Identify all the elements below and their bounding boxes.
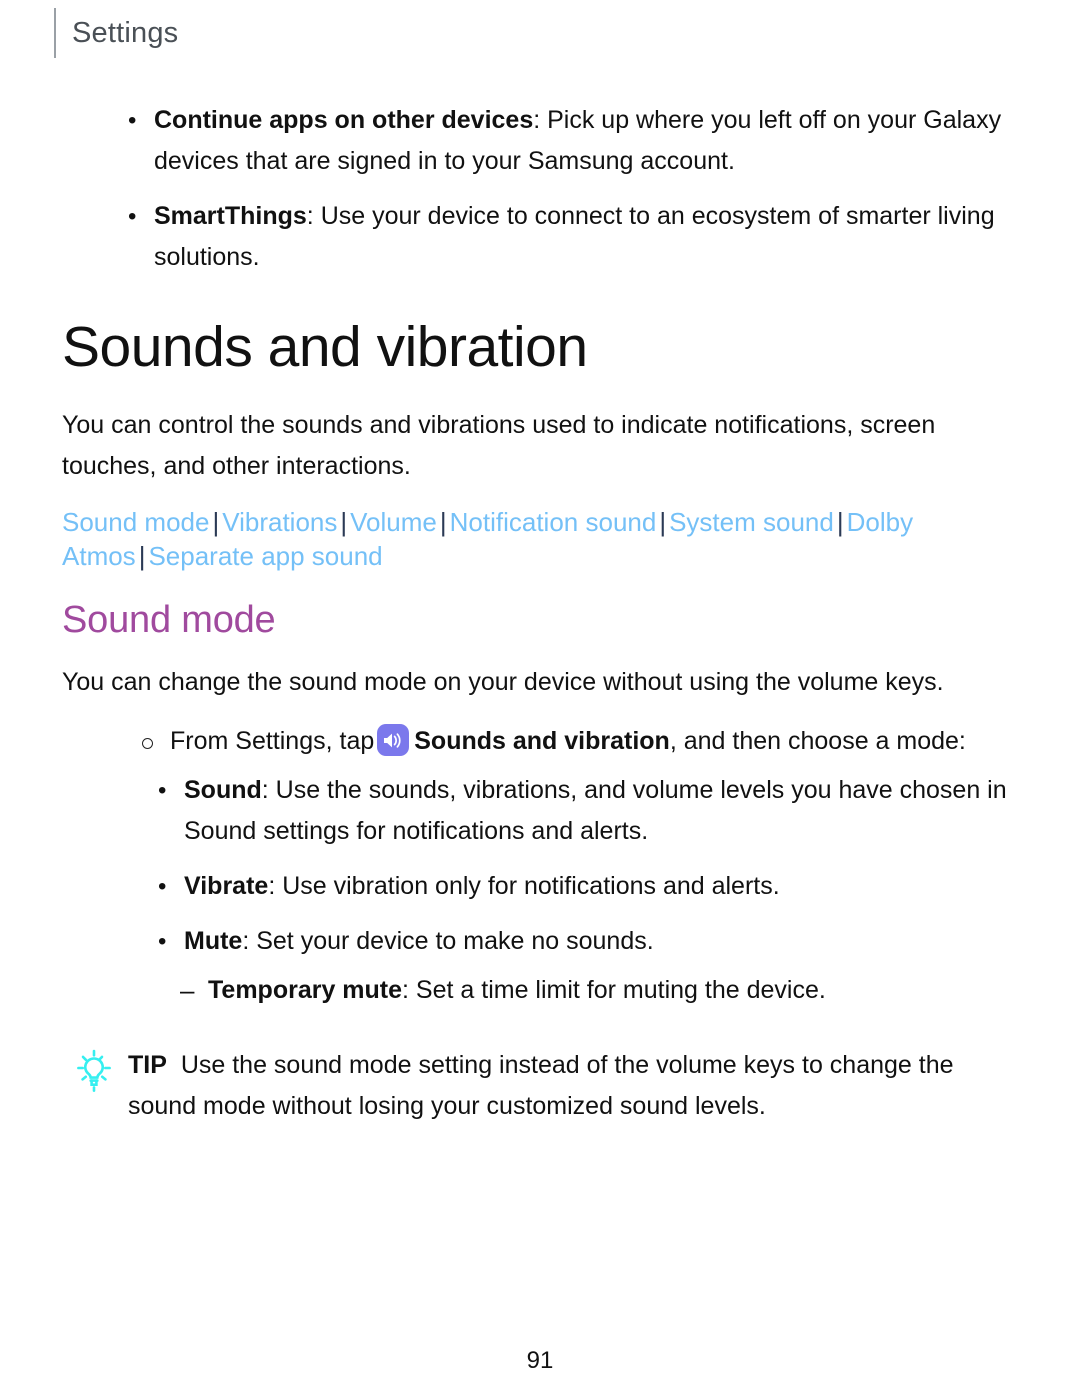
sound-mode-intro-paragraph: You can change the sound mode on your de…: [62, 668, 944, 697]
list-item: – Temporary mute: Set a time limit for m…: [180, 970, 1010, 1011]
tip-text: TIP Use the sound mode setting instead o…: [128, 1045, 1010, 1127]
list-item: • Mute: Set your device to make no sound…: [158, 921, 1010, 962]
list-item-label: Sound: [184, 776, 262, 805]
list-item-text: Continue apps on other devices: Pick up …: [154, 100, 1010, 182]
step-text-after: , and then choose a mode:: [669, 727, 966, 756]
link-system-sound[interactable]: System sound: [669, 507, 834, 537]
bullet-dot-icon: •: [158, 928, 167, 956]
list-item-text: Temporary mute: Set a time limit for mut…: [208, 970, 1010, 1011]
list-item-text: SmartThings: Use your device to connect …: [154, 196, 1010, 278]
list-item-body: : Use vibration only for notifications a…: [268, 872, 780, 901]
page-header: Settings: [54, 8, 178, 58]
list-item-label: Continue apps on other devices: [154, 106, 534, 134]
tip-label: TIP: [128, 1051, 167, 1080]
list-item-label: Mute: [184, 927, 243, 956]
sub-heading-sound-mode: Sound mode: [62, 598, 276, 641]
bullet-dot-icon: •: [128, 203, 137, 230]
tip-body: Use the sound mode setting instead of th…: [128, 1051, 954, 1121]
link-vibrations[interactable]: Vibrations: [222, 507, 337, 537]
section-intro-paragraph: You can control the sounds and vibration…: [62, 410, 936, 480]
list-item-body: : Set your device to make no sounds.: [242, 927, 654, 956]
link-separator: |: [439, 506, 447, 537]
list-item-label: Temporary mute: [208, 976, 403, 1005]
list-item-body: : Use the sounds, vibrations, and volume…: [184, 776, 1007, 846]
list-item-label: SmartThings: [154, 202, 307, 230]
list-item-body: : Set a time limit for muting the device…: [402, 976, 826, 1005]
sounds-and-vibration-icon[interactable]: [377, 724, 410, 757]
page-number: 91: [526, 1347, 554, 1374]
step-text-before: From Settings, tap: [170, 727, 375, 756]
step-bold-label: Sounds and vibration: [414, 727, 670, 756]
link-separator: |: [340, 506, 348, 537]
link-notification-sound[interactable]: Notification sound: [450, 507, 657, 537]
tip-block: TIP Use the sound mode setting instead o…: [62, 1045, 1010, 1127]
step-item: From Settings, tap Sounds and vibration, …: [140, 721, 1010, 762]
list-item: • Vibrate: Use vibration only for notifi…: [158, 866, 1010, 907]
list-item: • SmartThings: Use your device to connec…: [128, 196, 1010, 278]
page-title: Settings: [72, 16, 179, 49]
link-separator: |: [138, 540, 146, 571]
list-item: • Sound: Use the sounds, vibrations, and…: [158, 770, 1010, 852]
list-item-label: Vibrate: [184, 872, 269, 901]
header-divider: [54, 8, 56, 58]
link-separator: |: [212, 506, 220, 537]
step-item-text: From Settings, tap Sounds and vibration, …: [170, 721, 1010, 762]
list-item-text: Mute: Set your device to make no sounds.: [184, 921, 1010, 962]
link-separator: |: [836, 506, 844, 537]
bullet-dot-icon: •: [158, 873, 167, 901]
bullet-dot-icon: •: [158, 777, 167, 805]
section-heading: Sounds and vibration: [62, 315, 588, 379]
lightbulb-icon: [68, 1049, 124, 1095]
list-item: • Continue apps on other devices: Pick u…: [128, 100, 1010, 182]
document-content: • Continue apps on other devices: Pick u…: [62, 100, 1010, 1127]
bullet-dot-icon: •: [128, 107, 137, 134]
list-item-text: Sound: Use the sounds, vibrations, and v…: [184, 770, 1010, 852]
link-separator: |: [659, 506, 667, 537]
link-volume[interactable]: Volume: [350, 507, 437, 537]
section-link-bar: Sound mode | Vibrations | Volume | Notificatio…: [62, 505, 992, 573]
bullet-dash-icon: –: [180, 975, 195, 1006]
link-separate-app-sound[interactable]: Separate app sound: [148, 541, 382, 571]
link-sound-mode[interactable]: Sound mode: [62, 507, 209, 537]
list-item-text: Vibrate: Use vibration only for notifica…: [184, 866, 1010, 907]
